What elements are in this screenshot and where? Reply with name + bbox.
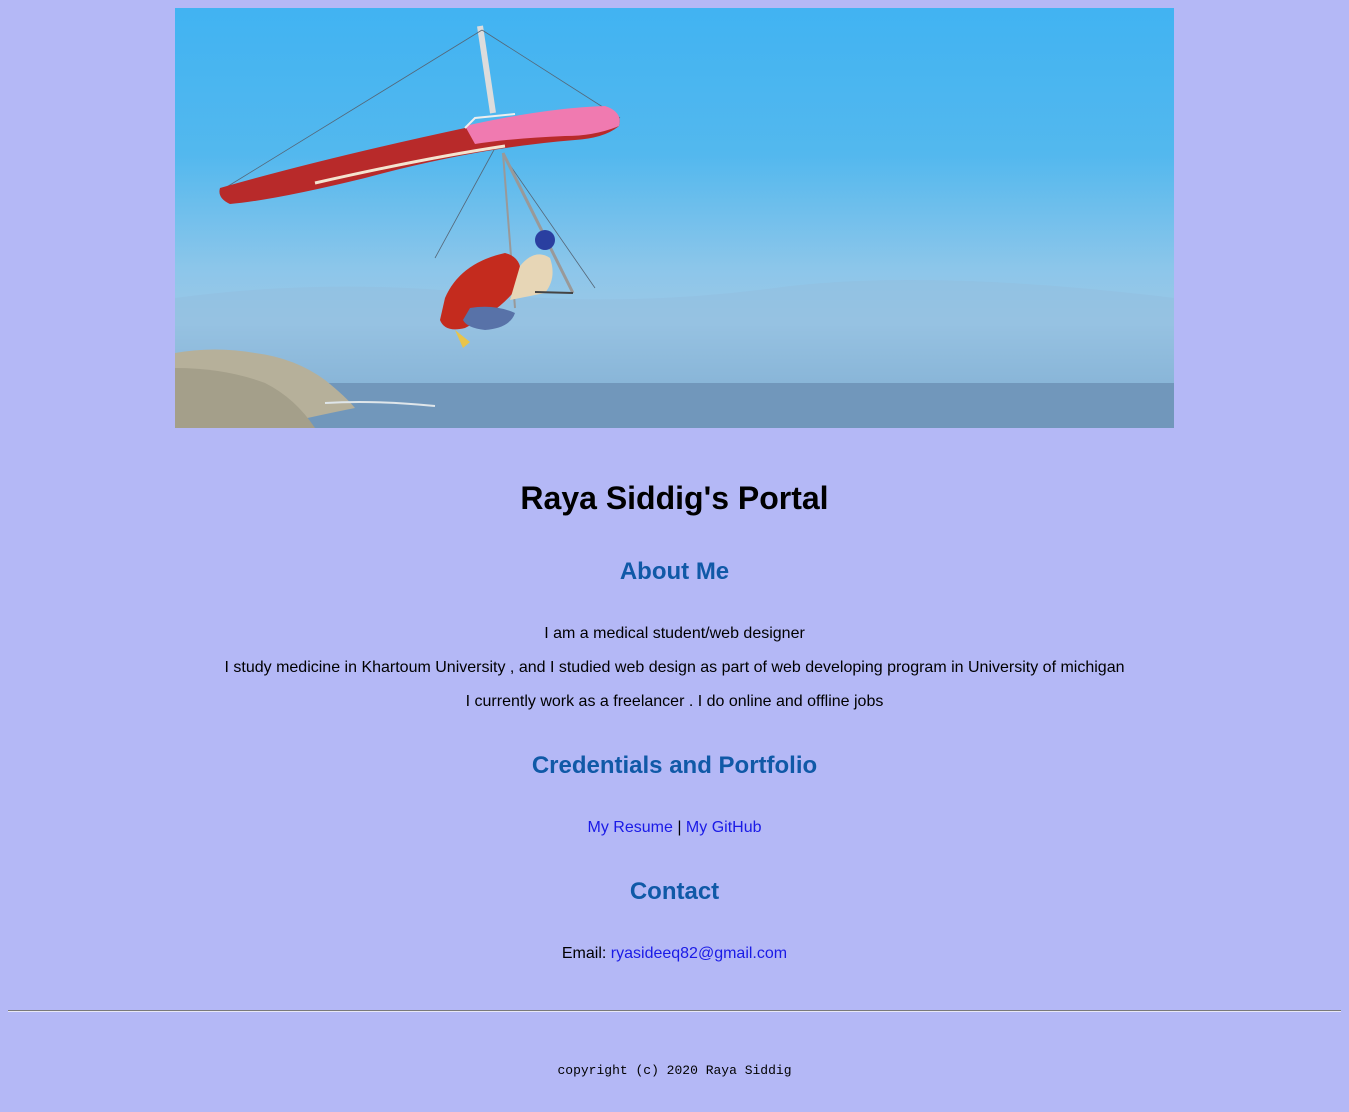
about-line-education: I study medicine in Khartoum University … bbox=[224, 659, 1125, 676]
hero-image bbox=[175, 8, 1174, 428]
contact-heading: Contact bbox=[629, 878, 720, 905]
about-line-role: I am a medical student/web designer bbox=[544, 625, 805, 642]
page-title: Raya Siddig's Portal bbox=[520, 480, 829, 516]
footer-divider bbox=[8, 1010, 1341, 1012]
footer-copyright: copyright (c) 2020 Raya Siddig bbox=[557, 1063, 792, 1078]
link-separator: | bbox=[677, 819, 682, 836]
about-line-work: I currently work as a freelancer . I do … bbox=[465, 693, 884, 710]
credentials-links: My Resume | My GitHub bbox=[0, 819, 1349, 837]
credentials-heading: Credentials and Portfolio bbox=[531, 752, 818, 779]
hang-glider-picture bbox=[175, 25, 1174, 428]
email-label: Email: bbox=[561, 945, 607, 962]
contact-email-line: Email: ryasideeq82@gmail.com bbox=[0, 945, 1349, 963]
github-link[interactable]: My GitHub bbox=[686, 819, 762, 836]
email-link[interactable]: ryasideeq82@gmail.com bbox=[611, 945, 787, 962]
about-heading: About Me bbox=[619, 558, 730, 585]
resume-link[interactable]: My Resume bbox=[588, 819, 673, 836]
